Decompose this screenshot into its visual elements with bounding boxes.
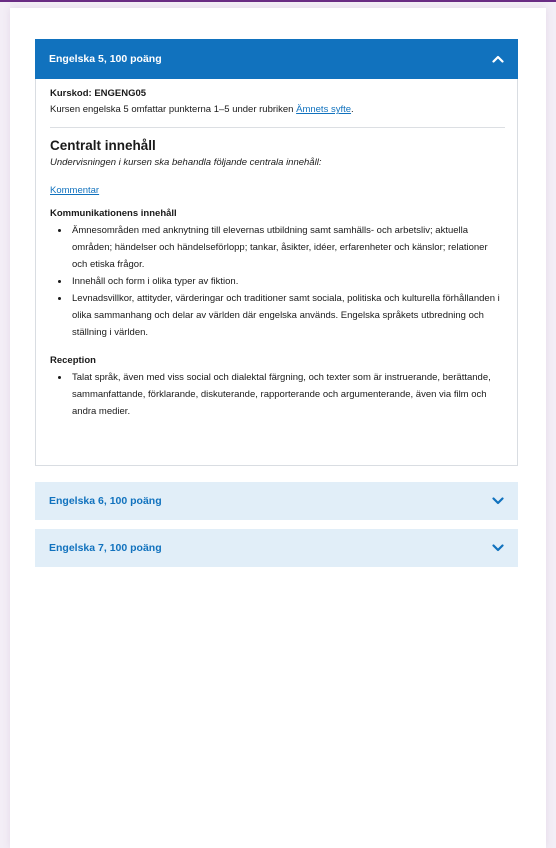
accordion-title: Engelska 5, 100 poäng [49,53,162,65]
comment-link[interactable]: Kommentar [50,185,99,196]
amnets-syfte-link[interactable]: Ämnets syfte [296,104,351,115]
list-item: Levnadsvillkor, attityder, värderingar o… [70,290,505,341]
course-code: Kurskod: ENGENG05 [50,88,147,99]
accordion-panel-engelska-5: Kurskod: ENGENG05 Kursen engelska 5 omfa… [35,79,518,466]
chevron-up-icon[interactable] [491,52,505,66]
chevron-down-icon[interactable] [491,494,505,508]
group-title-reception: Reception [50,355,96,366]
list-item: Innehåll och form i olika typer av fikti… [70,273,505,290]
group-title-kommunikation: Kommunikationens innehåll [50,208,177,219]
accordion-header-engelska-6[interactable]: Engelska 6, 100 poäng [35,482,518,520]
accordion-header-engelska-7[interactable]: Engelska 7, 100 poäng [35,529,518,567]
list-item: Talat språk, även med viss social och di… [70,369,505,420]
reception-list: Talat språk, även med viss social och di… [50,369,505,420]
accordion-title: Engelska 7, 100 poäng [49,542,162,554]
list-item: Ämnesområden med anknytning till elevern… [70,222,505,273]
divider [50,127,505,128]
top-border-line [0,0,556,2]
description-suffix: . [351,104,354,115]
chevron-down-icon[interactable] [491,541,505,555]
accordion-header-engelska-5[interactable]: Engelska 5, 100 poäng [35,39,518,79]
course-accordion: Engelska 5, 100 poäng Kurskod: ENGENG05 … [35,39,518,567]
central-content-heading: Centralt innehåll [50,138,156,153]
course-description: Kursen engelska 5 omfattar punkterna 1–5… [50,103,505,117]
description-text: Kursen engelska 5 omfattar punkterna 1–5… [50,104,297,115]
central-content-intro: Undervisningen i kursen ska behandla föl… [50,157,322,168]
kommunikation-list: Ämnesområden med anknytning till elevern… [50,222,505,341]
accordion-title: Engelska 6, 100 poäng [49,495,162,507]
